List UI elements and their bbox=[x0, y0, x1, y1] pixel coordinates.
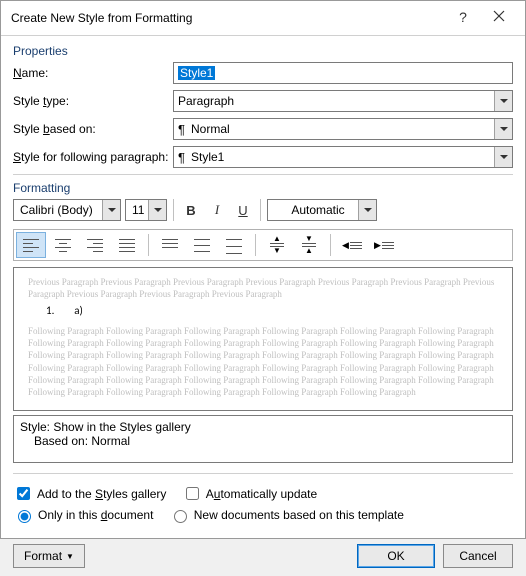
format-button[interactable]: Format ▼ bbox=[13, 544, 85, 568]
line-spacing-tight-button[interactable] bbox=[155, 232, 185, 258]
chevron-down-icon bbox=[494, 119, 512, 139]
dialog-title: Create New Style from Formatting bbox=[11, 11, 445, 25]
dropdown-caret-icon: ▼ bbox=[66, 552, 74, 561]
line-spacing-normal-button[interactable] bbox=[187, 232, 217, 258]
name-input[interactable]: Style1 bbox=[173, 62, 513, 84]
style-description: Style: Show in the Styles gallery Based … bbox=[13, 415, 513, 463]
pilcrow-icon: ¶ bbox=[178, 122, 185, 137]
chevron-down-icon bbox=[148, 200, 166, 220]
new-documents-radio[interactable]: New documents based on this template bbox=[169, 507, 404, 523]
preview-sample-text: 1. a) bbox=[46, 304, 498, 319]
font-size-select[interactable]: 11 bbox=[125, 199, 167, 221]
bold-button[interactable]: B bbox=[180, 199, 202, 221]
titlebar: Create New Style from Formatting ? bbox=[1, 1, 525, 36]
line-spacing-loose-button[interactable] bbox=[219, 232, 249, 258]
preview-following-text: Following Paragraph Following Paragraph … bbox=[28, 325, 498, 398]
paragraph-toolbar: ▲▼ ▼▲ ◀ ▶ bbox=[13, 229, 513, 261]
italic-button[interactable]: I bbox=[206, 199, 228, 221]
preview-pane: Previous Paragraph Previous Paragraph Pr… bbox=[13, 267, 513, 411]
following-label: Style for following paragraph: bbox=[13, 150, 173, 164]
align-right-button[interactable] bbox=[80, 232, 110, 258]
increase-indent-button[interactable]: ▶ bbox=[369, 232, 399, 258]
add-to-gallery-checkbox[interactable]: Add to the Styles gallery bbox=[13, 484, 166, 503]
ok-button[interactable]: OK bbox=[357, 544, 435, 568]
align-center-button[interactable] bbox=[48, 232, 78, 258]
close-icon bbox=[493, 10, 505, 22]
align-justify-button[interactable] bbox=[112, 232, 142, 258]
only-this-document-radio[interactable]: Only in this document bbox=[13, 507, 153, 523]
section-properties-label: Properties bbox=[13, 44, 513, 58]
style-type-select[interactable]: Paragraph bbox=[173, 90, 513, 112]
name-label: Name: bbox=[13, 66, 173, 80]
following-select[interactable]: ¶ Style1 bbox=[173, 146, 513, 168]
preview-previous-text: Previous Paragraph Previous Paragraph Pr… bbox=[28, 276, 498, 300]
chevron-down-icon bbox=[358, 200, 376, 220]
space-before-decrease-button[interactable]: ▼▲ bbox=[294, 232, 324, 258]
style-type-label: Style type: bbox=[13, 94, 173, 108]
section-formatting-label: Formatting bbox=[13, 181, 513, 195]
align-left-button[interactable] bbox=[16, 232, 46, 258]
cancel-button[interactable]: Cancel bbox=[443, 544, 513, 568]
space-before-increase-button[interactable]: ▲▼ bbox=[262, 232, 292, 258]
based-on-select[interactable]: ¶ Normal bbox=[173, 118, 513, 140]
chevron-down-icon bbox=[494, 91, 512, 111]
chevron-down-icon bbox=[494, 147, 512, 167]
auto-update-checkbox[interactable]: Automatically update bbox=[182, 484, 317, 503]
chevron-down-icon bbox=[102, 200, 120, 220]
underline-button[interactable]: U bbox=[232, 199, 254, 221]
decrease-indent-button[interactable]: ◀ bbox=[337, 232, 367, 258]
close-button[interactable] bbox=[481, 7, 517, 29]
based-on-label: Style based on: bbox=[13, 122, 173, 136]
font-color-select[interactable]: Automatic bbox=[267, 199, 377, 221]
pilcrow-icon: ¶ bbox=[178, 150, 185, 165]
dialog-create-style: Create New Style from Formatting ? Prope… bbox=[0, 0, 526, 539]
font-select[interactable]: Calibri (Body) bbox=[13, 199, 121, 221]
help-button[interactable]: ? bbox=[445, 7, 481, 29]
